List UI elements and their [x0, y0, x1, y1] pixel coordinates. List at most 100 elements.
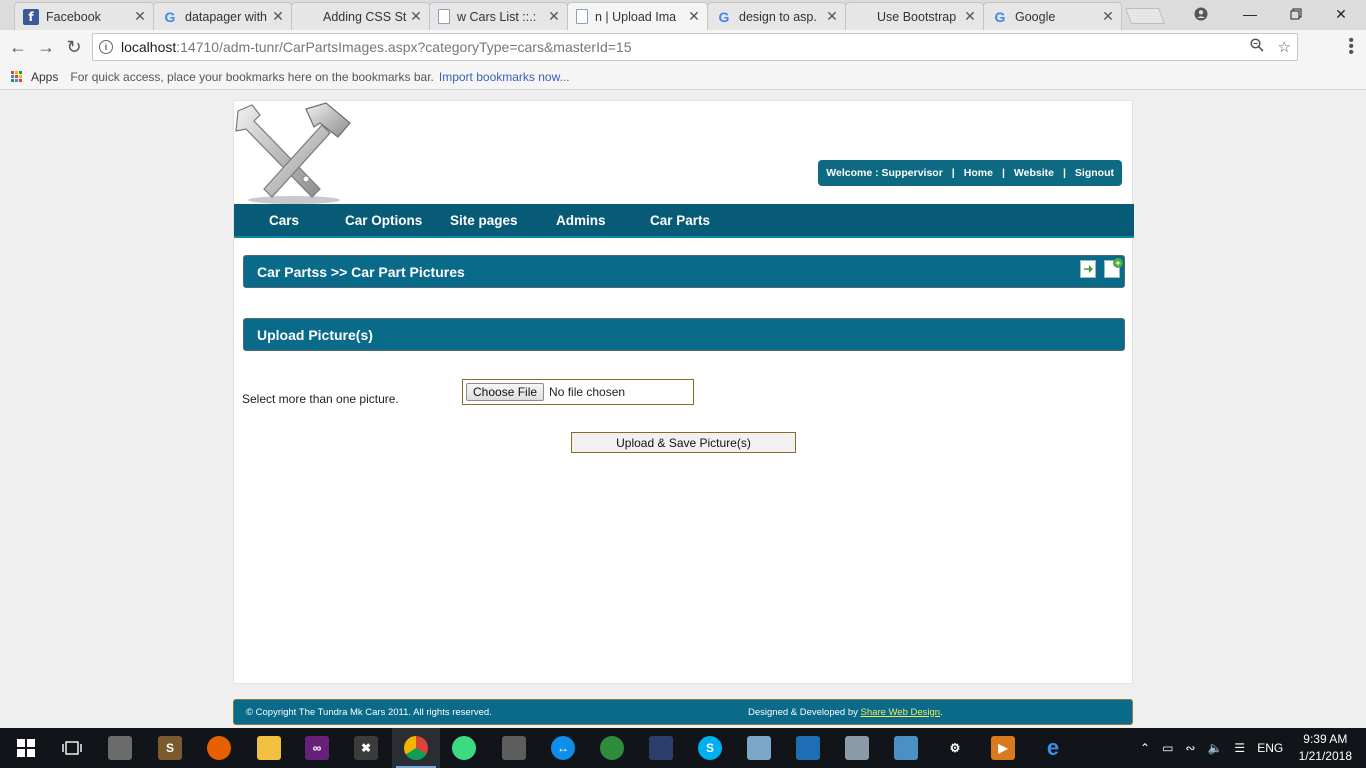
designer-credit: Designed & Developed by Share Web Design… [748, 707, 943, 718]
url-host: localhost [121, 39, 177, 55]
close-icon[interactable]: ✕ [825, 8, 839, 25]
database-icon[interactable] [502, 736, 526, 760]
close-icon[interactable]: ✕ [409, 8, 423, 25]
windows-taskbar: S ∞ ✖ ↔ S ⚙ ▶ e ⌃ ▭ ∾ 🔈 ☰ ENG 9:39 AM 1/… [0, 728, 1366, 768]
sublime-icon[interactable]: S [158, 736, 182, 760]
admin-page: Welcome : Suppervisor | Home | Website |… [233, 100, 1134, 684]
tab-title: Facebook [46, 9, 101, 24]
visual-studio-icon[interactable]: ∞ [305, 736, 329, 760]
tab-cars-list[interactable]: w Cars List ::.: ✕ [429, 2, 568, 30]
copyright-text: © Copyright The Tundra Mk Cars 2011. All… [246, 706, 492, 718]
remote-desktop-icon[interactable] [796, 736, 820, 760]
paint-icon[interactable] [894, 736, 918, 760]
skype-icon[interactable]: S [698, 736, 722, 760]
tab-design-asp[interactable]: G design to asp. ✕ [707, 2, 846, 30]
window-close-icon[interactable]: ✕ [1318, 0, 1364, 28]
browser-menu-icon[interactable]: • • • [1348, 33, 1354, 61]
tab-adding-css[interactable]: Adding CSS St ✕ [291, 2, 430, 30]
tab-title: datapager with [185, 9, 268, 24]
close-icon[interactable]: ✕ [963, 8, 977, 25]
add-new-icon[interactable]: + [1104, 258, 1123, 278]
tab-upload-images[interactable]: n | Upload Ima ✕ [567, 2, 708, 30]
bookmarks-bar: Apps For quick access, place your bookma… [0, 64, 1366, 90]
chrome-icon[interactable] [404, 736, 428, 760]
edge-icon[interactable]: e [1041, 735, 1065, 760]
tab-facebook[interactable]: f Facebook ✕ [14, 2, 154, 30]
close-icon[interactable]: ✕ [1101, 8, 1115, 25]
choose-file-button[interactable]: Choose File [466, 383, 545, 401]
windows-start-icon[interactable] [14, 736, 38, 760]
settings-gear-icon[interactable]: ⚙ [943, 736, 967, 760]
nav-admins[interactable]: Admins [556, 213, 606, 228]
firefox-icon[interactable] [207, 736, 231, 760]
app-grid-icon[interactable] [108, 736, 132, 760]
upload-save-button[interactable]: Upload & Save Picture(s) [571, 432, 796, 453]
export-icon[interactable] [1080, 260, 1096, 278]
tab-google[interactable]: G Google ✕ [983, 2, 1122, 30]
zoom-icon[interactable] [1249, 38, 1264, 56]
media-player-icon[interactable]: ▶ [991, 736, 1015, 760]
website-link[interactable]: Website [1014, 167, 1054, 179]
main-nav: Cars Car Options Site pages Admins Car P… [234, 204, 1134, 238]
nav-car-options[interactable]: Car Options [345, 213, 422, 228]
nav-cars[interactable]: Cars [269, 213, 299, 228]
monitor-app-icon[interactable] [845, 736, 869, 760]
file-explorer-icon[interactable] [257, 736, 281, 760]
language-indicator[interactable]: ENG [1257, 741, 1283, 755]
address-bar[interactable]: i localhost:14710/adm-tunr/CarPartsImage… [92, 33, 1298, 61]
file-input[interactable]: Choose File No file chosen [462, 379, 694, 405]
back-icon[interactable]: ← [7, 36, 29, 58]
tab-title: Adding CSS St [323, 9, 407, 24]
microsoft-icon [300, 9, 316, 25]
url-path: :14710/adm-tunr/CarPartsImages.aspx?cate… [176, 39, 632, 55]
new-tab-button[interactable] [1125, 8, 1165, 24]
bookmarks-hint: For quick access, place your bookmarks h… [70, 69, 434, 84]
microsoft-icon [854, 9, 870, 25]
signout-link[interactable]: Signout [1075, 167, 1114, 179]
designed-by-text: Designed & Developed by [748, 706, 858, 718]
forward-icon[interactable]: → [35, 36, 57, 58]
tab-datapager[interactable]: G datapager with ✕ [153, 2, 292, 30]
tab-title: Google [1015, 9, 1056, 24]
android-studio-icon[interactable] [452, 736, 476, 760]
tab-title: Use Bootstrap [877, 9, 957, 24]
close-icon[interactable]: ✕ [271, 8, 285, 25]
profile-icon[interactable] [1178, 0, 1224, 28]
nav-site-pages[interactable]: Site pages [450, 213, 518, 228]
designer-tail: . [940, 706, 943, 718]
clock-date: 1/21/2018 [1298, 749, 1352, 763]
nav-car-parts[interactable]: Car Parts [650, 213, 710, 228]
designer-link[interactable]: Share Web Design [861, 707, 941, 718]
home-link[interactable]: Home [964, 167, 993, 179]
tools-app-icon[interactable]: ✖ [354, 736, 378, 760]
notes-icon[interactable] [747, 736, 771, 760]
network-app-icon[interactable] [600, 736, 624, 760]
apps-grid-icon[interactable] [11, 71, 22, 82]
tab-use-bootstrap[interactable]: Use Bootstrap ✕ [845, 2, 984, 30]
close-icon[interactable]: ✕ [133, 8, 147, 25]
restore-icon[interactable] [1273, 0, 1319, 28]
volume-icon[interactable]: 🔈 [1207, 741, 1222, 755]
close-icon[interactable]: ✕ [547, 8, 561, 25]
wifi-icon[interactable]: ∾ [1185, 741, 1195, 755]
reload-icon[interactable]: ↻ [63, 36, 85, 58]
tab-title: n | Upload Ima [595, 9, 677, 24]
taskbar-clock[interactable]: 9:39 AM 1/21/2018 [1299, 731, 1352, 765]
upload-header-bar: Upload Picture(s) [243, 318, 1125, 351]
notifications-icon[interactable]: ☰ [1234, 741, 1245, 755]
minimize-icon[interactable]: — [1227, 0, 1273, 28]
apps-shortcut[interactable]: Apps [31, 70, 58, 84]
page-icon [438, 9, 450, 24]
task-view-icon[interactable] [60, 736, 84, 760]
breadcrumb: Car Partss >> Car Part Pictures [257, 263, 465, 280]
teamviewer-icon[interactable]: ↔ [551, 736, 575, 760]
site-info-icon[interactable]: i [99, 40, 113, 54]
battery-icon[interactable]: ▭ [1162, 741, 1173, 755]
facebook-icon: f [23, 8, 39, 25]
show-hidden-icons-icon[interactable]: ⌃ [1140, 741, 1150, 755]
close-icon[interactable]: ✕ [687, 8, 701, 25]
user-bar: Welcome : Suppervisor | Home | Website |… [818, 160, 1122, 186]
bookmark-star-icon[interactable]: ☆ [1278, 38, 1291, 56]
game-icon[interactable] [649, 736, 673, 760]
import-bookmarks-link[interactable]: Import bookmarks now... [439, 70, 570, 84]
